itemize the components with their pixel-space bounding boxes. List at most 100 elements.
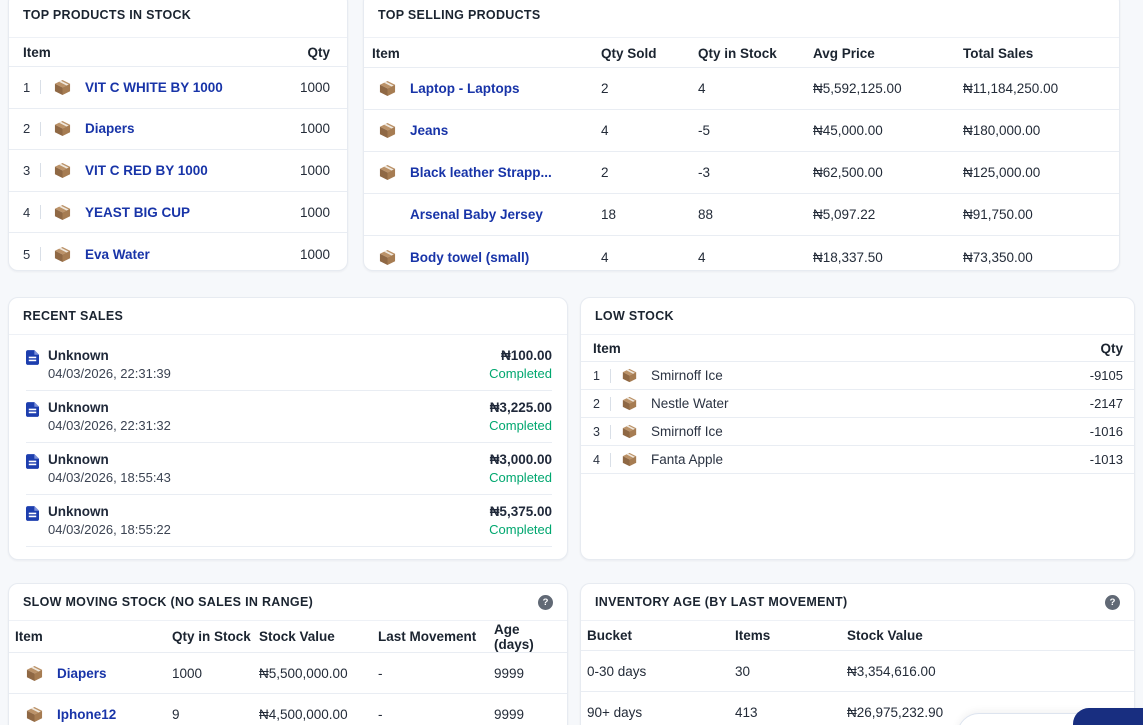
- age-days-value: 9999: [494, 666, 557, 681]
- rank-divider: [610, 425, 611, 439]
- qty-sold-value: 4: [601, 250, 698, 265]
- top-products-in-stock-panel: TOP PRODUCTS IN STOCK Item Qty 1 VIT C W…: [8, 0, 348, 271]
- qty-value: 1000: [300, 247, 330, 262]
- panel-title-bar: SLOW MOVING STOCK (NO SALES IN RANGE) ?: [9, 584, 567, 621]
- last-movement-value: -: [378, 666, 494, 681]
- sale-name: Unknown: [48, 504, 171, 519]
- table-row: 4 Fanta Apple -1013: [581, 446, 1134, 474]
- product-link[interactable]: Black leather Strapp...: [410, 165, 552, 180]
- table-row: Iphone12 9 ₦4,500,000.00 - 9999: [9, 694, 567, 725]
- package-icon: [53, 204, 72, 221]
- table-row: Laptop - Laptops 2 4 ₦5,592,125.00 ₦11,1…: [364, 68, 1119, 110]
- column-header-qty: Qty: [1100, 341, 1123, 356]
- inventory-dashboard: TOP PRODUCTS IN STOCK Item Qty 1 VIT C W…: [0, 0, 1143, 725]
- sale-list-item: Unknown 04/03/2026, 18:55:43 ₦3,000.00 C…: [26, 443, 552, 495]
- last-movement-value: -: [378, 707, 494, 722]
- recent-sales-list: Unknown 04/03/2026, 22:31:39 ₦100.00 Com…: [9, 335, 567, 547]
- panel-title-bar: TOP PRODUCTS IN STOCK: [9, 0, 347, 38]
- sale-list-item: Unknown 04/03/2026, 22:31:39 ₦100.00 Com…: [26, 339, 552, 391]
- bucket-value: 90+ days: [587, 705, 735, 720]
- row-rank: 1: [23, 80, 32, 95]
- total-sales-value: ₦180,000.00: [963, 123, 1109, 138]
- stock-value: ₦4,500,000.00: [259, 707, 378, 722]
- qty-value: 1000: [300, 205, 330, 220]
- product-link[interactable]: Arsenal Baby Jersey: [410, 207, 543, 222]
- panel-title-bar: INVENTORY AGE (BY LAST MOVEMENT) ?: [581, 584, 1134, 621]
- panel-title: RECENT SALES: [23, 309, 123, 323]
- rank-divider: [40, 80, 41, 94]
- package-icon: [53, 120, 72, 137]
- qty-in-stock-value: 4: [698, 81, 813, 96]
- product-link[interactable]: Iphone12: [57, 707, 116, 722]
- product-link[interactable]: Diapers: [85, 121, 135, 136]
- product-link[interactable]: VIT C RED BY 1000: [85, 163, 208, 178]
- product-link[interactable]: VIT C WHITE BY 1000: [85, 80, 223, 95]
- table-row: 4 YEAST BIG CUP 1000: [9, 192, 347, 234]
- stock-value: ₦3,354,616.00: [847, 664, 1124, 679]
- column-header-item: Item: [593, 341, 621, 356]
- package-icon: [378, 122, 397, 139]
- column-header-qty-sold: Qty Sold: [601, 46, 698, 61]
- sale-status-badge: Completed: [489, 470, 552, 485]
- qty-value: 1000: [300, 163, 330, 178]
- column-header-stock-value: Stock Value: [847, 628, 1124, 643]
- panel-title-bar: LOW STOCK: [581, 298, 1134, 335]
- column-header-last-movement: Last Movement: [378, 629, 494, 644]
- sale-datetime: 04/03/2026, 22:31:39: [48, 366, 171, 381]
- panel-title: TOP PRODUCTS IN STOCK: [23, 8, 191, 22]
- avg-price-value: ₦5,592,125.00: [813, 81, 963, 96]
- qty-value: 1000: [300, 121, 330, 136]
- product-link[interactable]: YEAST BIG CUP: [85, 205, 190, 220]
- slow-moving-stock-panel: SLOW MOVING STOCK (NO SALES IN RANGE) ? …: [8, 583, 568, 725]
- table-header: Item Qty in Stock Stock Value Last Movem…: [9, 621, 567, 653]
- items-value: 413: [735, 705, 847, 720]
- package-icon: [378, 164, 397, 181]
- sale-amount: ₦3,000.00: [489, 452, 552, 467]
- avg-price-value: ₦45,000.00: [813, 123, 963, 138]
- help-icon[interactable]: ?: [538, 595, 553, 610]
- qty-in-stock-value: -5: [698, 123, 813, 138]
- package-icon: [25, 706, 44, 723]
- document-icon: [26, 402, 39, 422]
- package-icon: [621, 368, 638, 383]
- item-name: Nestle Water: [651, 396, 729, 411]
- inventory-age-panel: INVENTORY AGE (BY LAST MOVEMENT) ? Bucke…: [580, 583, 1135, 725]
- row-rank: 1: [593, 369, 602, 383]
- row-rank: 3: [23, 163, 32, 178]
- qty-in-stock-value: 4: [698, 250, 813, 265]
- sale-name: Unknown: [48, 400, 171, 415]
- product-link[interactable]: Body towel (small): [410, 250, 529, 265]
- help-icon[interactable]: ?: [1105, 595, 1120, 610]
- table-row: Diapers 1000 ₦5,500,000.00 - 9999: [9, 653, 567, 694]
- row-rank: 2: [23, 121, 32, 136]
- column-header-stock-value: Stock Value: [259, 629, 378, 644]
- sale-status-badge: Completed: [489, 418, 552, 433]
- product-link[interactable]: Eva Water: [85, 247, 150, 262]
- product-link[interactable]: Diapers: [57, 666, 107, 681]
- product-link[interactable]: Laptop - Laptops: [410, 81, 519, 96]
- rank-divider: [610, 397, 611, 411]
- sale-datetime: 04/03/2026, 18:55:43: [48, 470, 171, 485]
- column-header-qty-in-stock: Qty in Stock: [698, 46, 813, 61]
- item-name: Smirnoff Ice: [651, 424, 723, 439]
- floating-action-button[interactable]: [1073, 708, 1143, 725]
- package-icon: [53, 162, 72, 179]
- column-header-item: Item: [23, 45, 51, 60]
- column-header-age-days: Age (days): [494, 622, 557, 652]
- table-header: Item Qty Sold Qty in Stock Avg Price Tot…: [364, 38, 1119, 68]
- panel-title: SLOW MOVING STOCK (NO SALES IN RANGE): [23, 595, 313, 609]
- product-link[interactable]: Jeans: [410, 123, 448, 138]
- row-rank: 5: [23, 247, 32, 262]
- row-rank: 4: [23, 205, 32, 220]
- sale-amount: ₦3,225.00: [489, 400, 552, 415]
- package-icon: [621, 396, 638, 411]
- package-icon: [621, 452, 638, 467]
- avg-price-value: ₦18,337.50: [813, 250, 963, 265]
- qty-in-stock-value: 1000: [172, 666, 259, 681]
- avg-price-value: ₦62,500.00: [813, 165, 963, 180]
- sale-list-item: Unknown 04/03/2026, 18:55:22 ₦5,375.00 C…: [26, 495, 552, 547]
- bucket-value: 0-30 days: [587, 664, 735, 679]
- total-sales-value: ₦11,184,250.00: [963, 81, 1109, 96]
- row-rank: 4: [593, 453, 602, 467]
- package-icon: [621, 424, 638, 439]
